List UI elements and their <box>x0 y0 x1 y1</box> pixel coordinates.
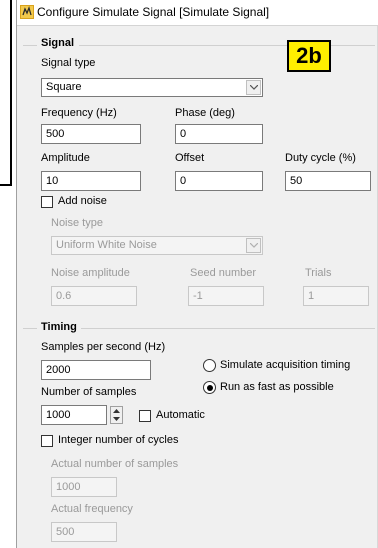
simulate-timing-radio[interactable] <box>203 359 216 372</box>
run-fast-label: Run as fast as possible <box>220 381 334 393</box>
noise-amplitude-label: Noise amplitude <box>51 267 130 279</box>
timing-group-rule-right <box>81 328 375 329</box>
actual-samples-field: 1000 <box>51 477 117 497</box>
frequency-label: Frequency (Hz) <box>41 107 117 119</box>
actual-frequency-field: 500 <box>51 522 117 542</box>
phase-label: Phase (deg) <box>175 107 235 119</box>
add-noise-checkbox[interactable] <box>41 196 53 208</box>
left-panel-edge <box>0 0 12 186</box>
window-title: Configure Simulate Signal [Simulate Sign… <box>37 5 270 19</box>
stepper-down-icon[interactable] <box>111 415 122 423</box>
title-bar: Configure Simulate Signal [Simulate Sign… <box>17 0 378 26</box>
signal-section-title: Signal <box>41 37 75 49</box>
timing-group-rule <box>23 328 37 329</box>
actual-samples-label: Actual number of samples <box>51 458 179 470</box>
run-fast-radio[interactable] <box>203 381 216 394</box>
samples-per-second-field[interactable]: 2000 <box>41 360 151 380</box>
frequency-field[interactable]: 500 <box>41 124 141 144</box>
seed-number-label: Seed number <box>190 267 257 279</box>
duty-cycle-field[interactable]: 50 <box>285 171 371 191</box>
signal-group-rule <box>23 45 37 46</box>
add-noise-label: Add noise <box>58 195 107 207</box>
number-of-samples-field[interactable]: 1000 <box>41 405 107 425</box>
amplitude-field[interactable]: 10 <box>41 171 141 191</box>
duty-cycle-label: Duty cycle (%) <box>285 152 356 164</box>
signal-type-dropdown[interactable]: Square <box>41 78 263 97</box>
automatic-checkbox[interactable] <box>139 410 151 422</box>
integer-cycles-checkbox[interactable] <box>41 435 53 447</box>
trials-label: Trials <box>305 267 332 279</box>
integer-cycles-label: Integer number of cycles <box>58 434 179 446</box>
noise-type-label: Noise type <box>51 217 103 229</box>
radio-selected-dot <box>206 384 213 391</box>
simulate-timing-label: Simulate acquisition timing <box>220 359 351 371</box>
amplitude-label: Amplitude <box>41 152 90 164</box>
signal-type-label: Signal type <box>41 57 96 69</box>
noise-type-value: Uniform White Noise <box>56 239 157 251</box>
stepper-up-icon[interactable] <box>111 407 122 415</box>
offset-label: Offset <box>175 152 205 164</box>
configure-dialog: Configure Simulate Signal [Simulate Sign… <box>16 0 378 548</box>
actual-frequency-label: Actual frequency <box>51 503 133 515</box>
annotation-badge: 2b <box>287 40 331 72</box>
noise-type-dropdown[interactable]: Uniform White Noise <box>51 236 263 255</box>
labview-app-icon <box>20 5 34 19</box>
number-of-samples-label: Number of samples <box>41 386 137 398</box>
phase-field[interactable]: 0 <box>175 124 263 144</box>
automatic-label: Automatic <box>156 409 205 421</box>
chevron-down-icon[interactable] <box>246 238 261 253</box>
chevron-down-icon[interactable] <box>246 80 261 95</box>
noise-amplitude-field[interactable]: 0.6 <box>51 286 137 306</box>
trials-field[interactable]: 1 <box>303 286 369 306</box>
offset-field[interactable]: 0 <box>175 171 263 191</box>
samples-per-second-label: Samples per second (Hz) <box>41 341 166 353</box>
signal-type-value: Square <box>46 81 82 93</box>
samples-stepper[interactable] <box>110 406 123 424</box>
seed-number-field[interactable]: -1 <box>188 286 264 306</box>
timing-section-title: Timing <box>41 321 77 333</box>
